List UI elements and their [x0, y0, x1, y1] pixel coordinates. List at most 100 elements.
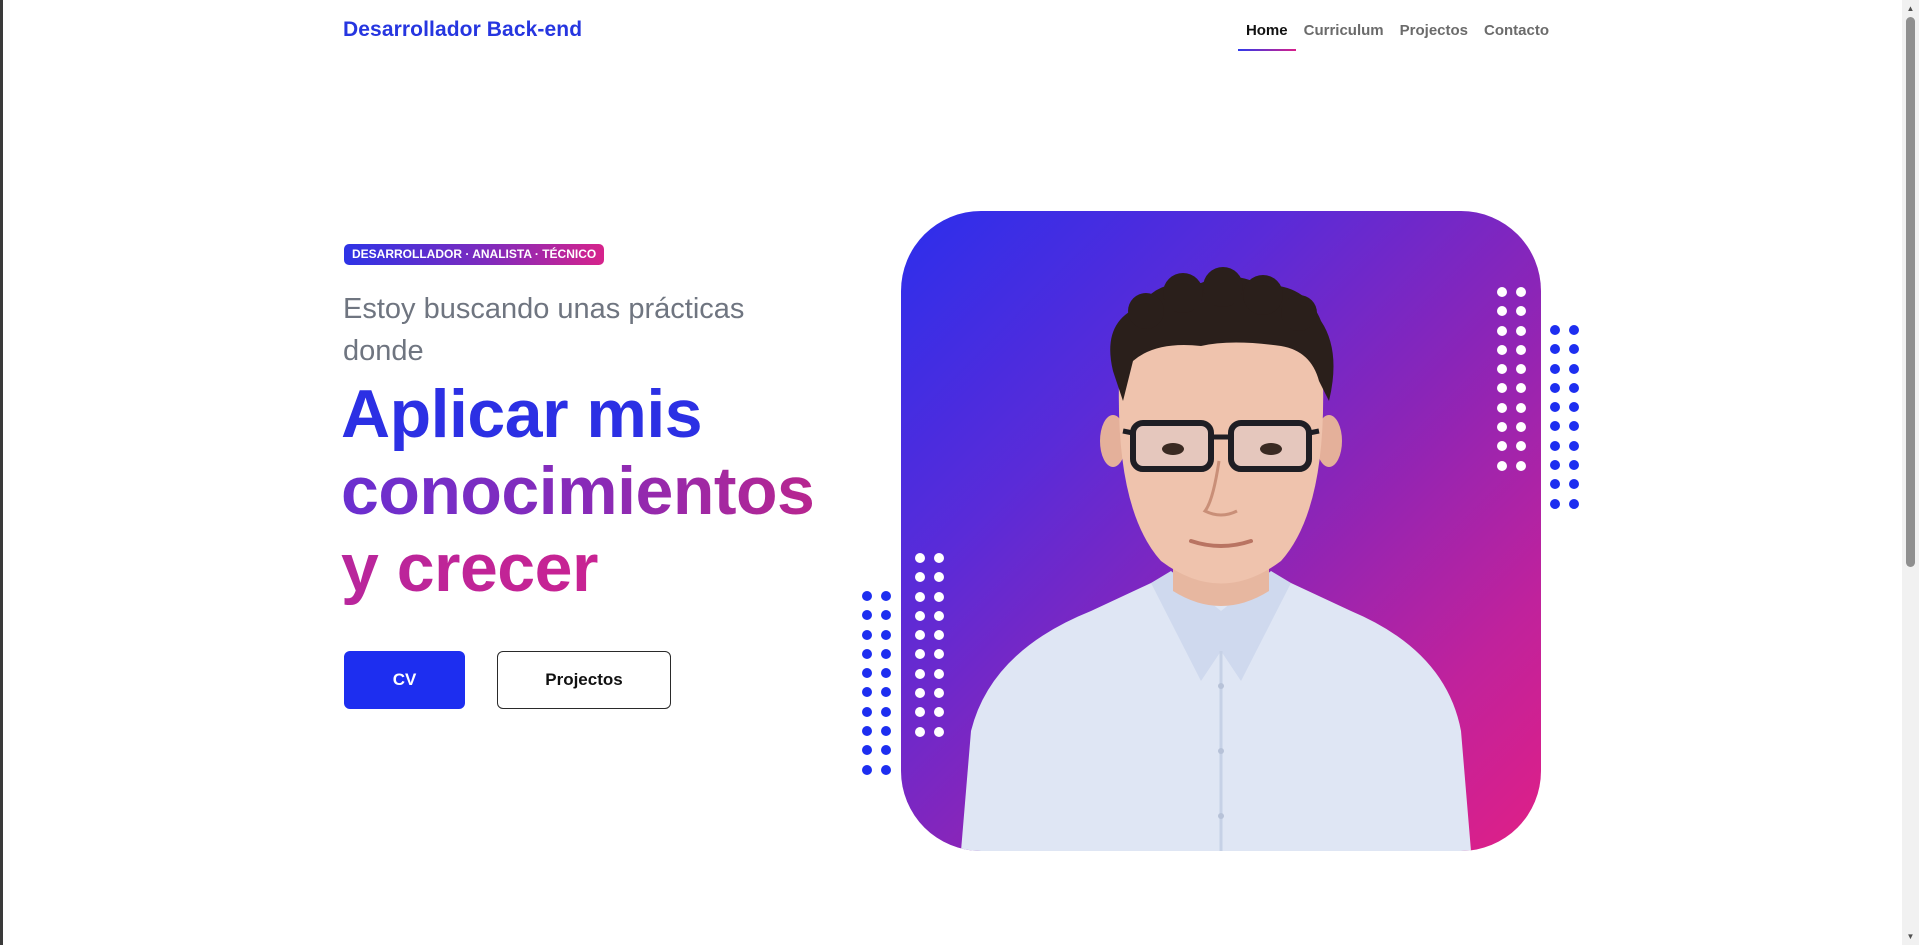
- decorative-dot: [1569, 479, 1579, 490]
- decorative-dots-right-outer: [1550, 325, 1588, 518]
- decorative-dot: [1497, 344, 1507, 355]
- decorative-dot: [915, 610, 925, 621]
- decorative-dot: [1569, 440, 1579, 451]
- decorative-dot: [862, 706, 872, 717]
- decorative-dot: [881, 745, 891, 756]
- portrait-illustration: [961, 267, 1471, 851]
- decorative-dot: [881, 591, 891, 601]
- decorative-dot: [862, 726, 872, 737]
- brand-logo[interactable]: Desarrollador Back-end: [343, 18, 582, 42]
- decorative-dot: [862, 764, 872, 775]
- decorative-dot: [1569, 382, 1579, 393]
- nav-contacto[interactable]: Contacto: [1476, 22, 1557, 51]
- decorative-dot: [1550, 440, 1560, 451]
- decorative-dot: [934, 707, 944, 718]
- decorative-dot: [915, 688, 925, 699]
- decorative-dots-right-inner: [1497, 287, 1535, 480]
- decorative-dot: [881, 668, 891, 679]
- decorative-dot: [881, 706, 891, 717]
- decorative-dot: [1569, 402, 1579, 413]
- decorative-dot: [934, 688, 944, 699]
- decorative-dot: [1497, 364, 1507, 375]
- decorative-dot: [881, 648, 891, 659]
- decorative-dots-left: [862, 591, 900, 784]
- headline-line-3: y crecer: [341, 530, 814, 607]
- triangle-down-icon[interactable]: ▼: [1902, 928, 1919, 945]
- triangle-up-icon[interactable]: ▲: [1902, 0, 1919, 17]
- decorative-dot: [915, 572, 925, 583]
- decorative-dot: [915, 726, 925, 737]
- decorative-dot: [1497, 287, 1507, 297]
- profile-photo: [901, 211, 1541, 851]
- decorative-dot: [1516, 441, 1526, 452]
- decorative-dot: [1569, 498, 1579, 509]
- nav-curriculum[interactable]: Curriculum: [1296, 22, 1392, 51]
- nav-projectos[interactable]: Projectos: [1392, 22, 1476, 51]
- scrollbar-thumb[interactable]: [1906, 17, 1915, 567]
- main-nav: Home Curriculum Projectos Contacto: [1237, 22, 1557, 51]
- decorative-dot: [1550, 382, 1560, 393]
- decorative-dot: [915, 668, 925, 679]
- decorative-dot: [1550, 479, 1560, 490]
- decorative-dot: [1497, 325, 1507, 336]
- decorative-dot: [881, 764, 891, 775]
- projects-button[interactable]: Projectos: [497, 651, 671, 709]
- decorative-dot: [934, 553, 944, 563]
- decorative-dot: [1516, 344, 1526, 355]
- decorative-dot: [1569, 460, 1579, 471]
- decorative-dot: [881, 610, 891, 621]
- decorative-dot: [915, 649, 925, 660]
- decorative-dot: [1516, 306, 1526, 317]
- decorative-dot: [915, 707, 925, 718]
- decorative-dot: [1550, 421, 1560, 432]
- decorative-dot: [862, 668, 872, 679]
- decorative-dot: [862, 629, 872, 640]
- decorative-dot: [934, 726, 944, 737]
- hero-subtitle: Estoy buscando unas prácticas donde: [343, 293, 745, 367]
- decorative-dot: [1516, 364, 1526, 375]
- decorative-dot: [1497, 460, 1507, 471]
- decorative-dot: [1550, 344, 1560, 355]
- vertical-scrollbar[interactable]: ▲ ▼: [1902, 0, 1919, 945]
- decorative-dot: [862, 610, 872, 621]
- headline-line-2: conocimientos: [341, 453, 815, 529]
- decorative-dot: [915, 630, 925, 641]
- role-badge: DESARROLLADOR · ANALISTA · TÉCNICO: [344, 244, 605, 265]
- decorative-dot: [1569, 344, 1579, 355]
- decorative-dot: [862, 745, 872, 756]
- decorative-dot: [1569, 363, 1579, 374]
- decorative-dot: [1516, 402, 1526, 413]
- decorative-dot: [881, 687, 891, 698]
- cv-button[interactable]: CV: [344, 651, 465, 709]
- decorative-dot: [934, 610, 944, 621]
- decorative-dot: [881, 726, 891, 737]
- decorative-dot: [1569, 325, 1579, 335]
- decorative-dot: [934, 572, 944, 583]
- decorative-dot: [1516, 383, 1526, 394]
- decorative-dot: [1497, 441, 1507, 452]
- decorative-dot: [934, 668, 944, 679]
- page: Desarrollador Back-end Home Curriculum P…: [0, 0, 1919, 945]
- decorative-dot: [934, 591, 944, 602]
- hero-headline: Aplicar mis conocimientos y crecer: [341, 376, 815, 607]
- decorative-dot: [1516, 325, 1526, 336]
- decorative-dot: [1497, 306, 1507, 317]
- decorative-dot: [862, 648, 872, 659]
- headline-line-1: Aplicar mis: [341, 376, 703, 452]
- decorative-dot: [1550, 498, 1560, 509]
- decorative-dot: [1569, 421, 1579, 432]
- decorative-dot: [1550, 325, 1560, 335]
- decorative-dot: [915, 553, 925, 563]
- decorative-dot: [862, 591, 872, 601]
- decorative-dot: [934, 649, 944, 660]
- decorative-dot: [1497, 422, 1507, 433]
- decorative-dot: [1497, 383, 1507, 394]
- nav-home[interactable]: Home: [1237, 22, 1296, 51]
- decorative-dot: [934, 630, 944, 641]
- decorative-dot: [881, 629, 891, 640]
- decorative-dot: [1550, 460, 1560, 471]
- decorative-dot: [1550, 363, 1560, 374]
- decorative-dot: [862, 687, 872, 698]
- decorative-dot: [1497, 402, 1507, 413]
- decorative-dot: [1516, 422, 1526, 433]
